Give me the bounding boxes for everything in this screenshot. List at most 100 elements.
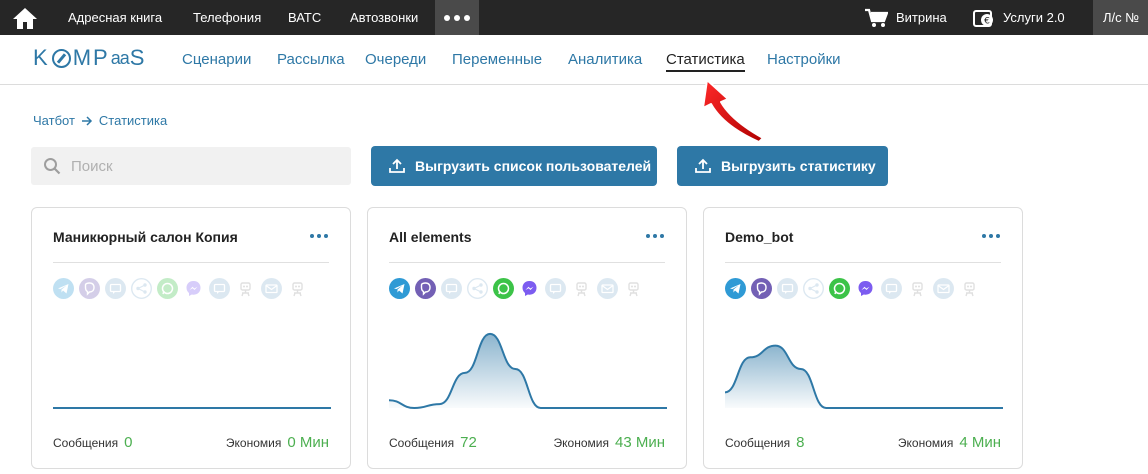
economy-value: 4 Мин: [959, 434, 1001, 451]
viber-icon: [751, 278, 772, 299]
channel-icons: [389, 278, 644, 299]
card-divider: [389, 262, 665, 263]
bot-card[interactable]: Маникюрный салон Копия Сообщения 0 Эконом…: [31, 207, 351, 469]
breadcrumb: Чатбот Статистика: [33, 113, 167, 128]
robot-icon: [235, 278, 256, 299]
card-menu-icon[interactable]: [982, 234, 1000, 238]
share-icon: [803, 278, 824, 299]
compass-icon: [51, 48, 71, 68]
email-icon: [933, 278, 954, 299]
export-stats-button[interactable]: Выгрузить статистику: [677, 146, 888, 186]
messages-count: 0: [124, 434, 133, 451]
messages-count: 8: [796, 434, 805, 451]
bot-card[interactable]: All elements Сообщения 72 Экономия 43 Мин: [367, 207, 687, 469]
topbar-link-autocalls[interactable]: Автозвонки: [350, 0, 418, 35]
messenger-icon: [183, 278, 204, 299]
nav-tab-statistics[interactable]: Статистика: [666, 51, 745, 72]
export-users-button[interactable]: Выгрузить список пользователей: [371, 146, 657, 186]
telegram-icon: [725, 278, 746, 299]
showcase-label: Витрина: [896, 10, 947, 25]
telegram-icon: [53, 278, 74, 299]
channel-icons: [53, 278, 308, 299]
arrow-right-icon: [81, 115, 92, 126]
top-bar: Адресная книга Телефония ВАТС Автозвонки…: [0, 0, 1148, 35]
economy-value: 0 Мин: [287, 434, 329, 451]
nav-tab-variables[interactable]: Переменные: [452, 51, 542, 68]
section-nav: K MP aa S Сценарии Рассылка Очереди Перемен…: [0, 35, 1148, 85]
robot-icon: [907, 278, 928, 299]
bot-card-title: Demo_bot: [725, 229, 794, 245]
chart-area: [725, 345, 1003, 408]
messages-count: 72: [460, 434, 477, 451]
viber-icon: [79, 278, 100, 299]
channel-icons: [725, 278, 980, 299]
annotation-arrow-icon: [702, 79, 764, 143]
nav-tab-settings[interactable]: Настройки: [767, 51, 841, 68]
chat-icon: [105, 278, 126, 299]
kompaas-logo[interactable]: K MP aa S: [33, 43, 146, 73]
bot-card[interactable]: Demo_bot Сообщения 8 Экономия 4 Мин: [703, 207, 1023, 469]
email-icon: [597, 278, 618, 299]
card-stats: Сообщения 8 Экономия 4 Мин: [725, 434, 1001, 452]
export-stats-label: Выгрузить статистику: [721, 158, 876, 174]
messenger-icon: [855, 278, 876, 299]
sms-icon: [545, 278, 566, 299]
nav-tab-scenarios[interactable]: Сценарии: [182, 51, 251, 68]
topbar-link-telephony[interactable]: Телефония: [193, 0, 261, 35]
activity-chart: [389, 332, 667, 410]
breadcrumb-current: Статистика: [98, 113, 168, 128]
economy-label: Экономия: [897, 436, 954, 450]
card-divider: [725, 262, 1001, 263]
activity-chart: [725, 344, 1003, 409]
topbar-link-vats[interactable]: ВАТС: [288, 0, 321, 35]
robot-icon: [959, 278, 980, 299]
whatsapp-icon: [829, 278, 850, 299]
economy-label: Экономия: [225, 436, 282, 450]
messages-label: Сообщения: [725, 436, 791, 450]
share-icon: [131, 278, 152, 299]
sms-icon: [881, 278, 902, 299]
upload-icon: [695, 158, 711, 173]
chat-icon: [441, 278, 462, 299]
robot-icon: [623, 278, 644, 299]
nav-tab-analytics[interactable]: Аналитика: [568, 51, 642, 68]
card-menu-icon[interactable]: [646, 234, 664, 238]
card-stats: Сообщения 72 Экономия 43 Мин: [389, 434, 665, 452]
telegram-icon: [389, 278, 410, 299]
search-box[interactable]: [31, 147, 351, 185]
email-icon: [261, 278, 282, 299]
search-input[interactable]: [71, 157, 341, 175]
svg-text:€: €: [984, 16, 990, 26]
messenger-icon: [519, 278, 540, 299]
economy-value: 43 Мин: [614, 434, 665, 451]
breadcrumb-parent[interactable]: Чатбот: [33, 113, 75, 128]
services-link[interactable]: € Услуги 2.0: [973, 0, 1065, 35]
activity-chart: [53, 407, 331, 409]
robot-icon: [287, 278, 308, 299]
share-icon: [467, 278, 488, 299]
more-menu-button[interactable]: [435, 0, 479, 35]
robot-icon: [571, 278, 592, 299]
cart-icon: [865, 8, 888, 27]
export-users-label: Выгрузить список пользователей: [415, 158, 652, 174]
topbar-link-address-book[interactable]: Адресная книга: [68, 0, 162, 35]
home-button[interactable]: [0, 0, 49, 35]
nav-tab-mailing[interactable]: Рассылка: [277, 51, 345, 68]
nav-tab-queues[interactable]: Очереди: [365, 51, 426, 68]
messages-label: Сообщения: [389, 436, 455, 450]
card-stats: Сообщения 0 Экономия 0 Мин: [53, 434, 329, 452]
card-divider: [53, 262, 329, 263]
showcase-link[interactable]: Витрина: [864, 0, 947, 35]
viber-icon: [415, 278, 436, 299]
whatsapp-icon: [493, 278, 514, 299]
whatsapp-icon: [157, 278, 178, 299]
card-menu-icon[interactable]: [310, 234, 328, 238]
sms-icon: [209, 278, 230, 299]
bot-card-title: Маникюрный салон Копия: [53, 229, 238, 245]
economy-label: Экономия: [553, 436, 609, 450]
account-number[interactable]: Л/с №: [1093, 0, 1148, 35]
home-icon: [12, 7, 37, 29]
upload-icon: [389, 158, 405, 173]
chat-icon: [777, 278, 798, 299]
more-dots-icon: [444, 14, 450, 21]
